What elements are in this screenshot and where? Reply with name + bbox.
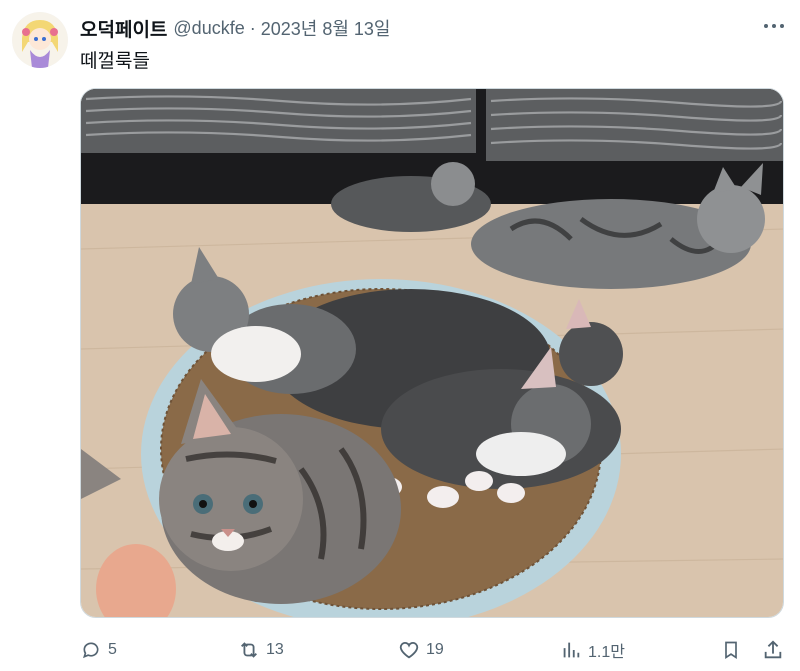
- tweet-actions: 5 13 19 1.1만: [80, 632, 790, 668]
- views-button[interactable]: 1.1만: [560, 638, 625, 662]
- tweet-header: 오덕페이트 @duckfe · 2023년 8월 13일: [80, 14, 780, 42]
- share-icon: [762, 639, 784, 661]
- tweet-date[interactable]: 2023년 8월 13일: [261, 15, 391, 41]
- separator-dot: ·: [249, 17, 256, 38]
- retweet-icon: [238, 639, 260, 661]
- avatar[interactable]: [12, 12, 68, 68]
- reply-count: 5: [108, 641, 117, 658]
- more-dots-icon[interactable]: [758, 12, 790, 40]
- share-button[interactable]: [762, 639, 784, 661]
- tweet-photo[interactable]: [80, 88, 784, 618]
- reply-icon: [80, 639, 102, 661]
- user-handle[interactable]: @duckfe: [173, 18, 244, 39]
- retweet-count: 13: [266, 641, 284, 658]
- like-count: 19: [426, 641, 444, 658]
- retweet-button[interactable]: 13: [238, 639, 284, 661]
- bookmark-button[interactable]: [720, 639, 742, 661]
- heart-icon: [398, 639, 420, 661]
- views-chart-icon: [560, 639, 582, 661]
- reply-button[interactable]: 5: [80, 639, 117, 661]
- like-button[interactable]: 19: [398, 639, 444, 661]
- view-count: 1.1만: [588, 644, 625, 661]
- tweet-text: 떼껄룩들: [80, 51, 150, 72]
- bookmark-icon: [720, 639, 742, 661]
- display-name[interactable]: 오덕페이트: [80, 15, 167, 42]
